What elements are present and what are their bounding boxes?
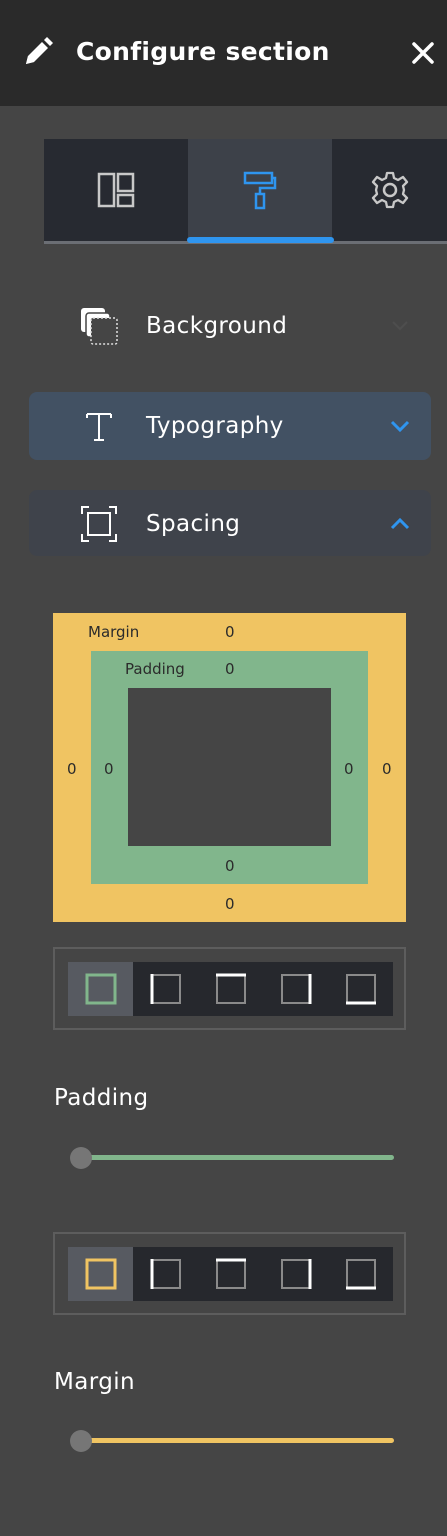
paint-roller-icon bbox=[243, 171, 277, 210]
margin-left-value[interactable]: 0 bbox=[67, 760, 77, 778]
padding-bottom-value[interactable]: 0 bbox=[225, 857, 235, 875]
margin-side-left-button[interactable] bbox=[133, 1247, 198, 1301]
padding-slider[interactable] bbox=[70, 1146, 396, 1170]
accordion-background[interactable]: Background bbox=[29, 292, 431, 360]
accordion-background-label: Background bbox=[146, 313, 288, 339]
margin-side-selector bbox=[53, 1232, 406, 1315]
margin-bottom-value[interactable]: 0 bbox=[225, 895, 235, 913]
tab-settings[interactable] bbox=[332, 139, 447, 241]
left-side-icon bbox=[150, 1259, 181, 1289]
padding-side-left-button[interactable] bbox=[133, 962, 198, 1016]
box-model-padding: Padding 0 0 0 0 bbox=[91, 651, 368, 884]
close-icon[interactable] bbox=[410, 40, 436, 66]
padding-slider-track bbox=[80, 1155, 394, 1160]
background-layers-icon bbox=[81, 308, 118, 345]
right-side-icon bbox=[280, 1259, 311, 1289]
gear-icon bbox=[371, 171, 408, 209]
margin-slider-thumb[interactable] bbox=[70, 1430, 92, 1452]
margin-section-label: Margin bbox=[54, 1369, 135, 1395]
padding-left-value[interactable]: 0 bbox=[104, 760, 114, 778]
padding-side-top-button[interactable] bbox=[198, 962, 263, 1016]
tab-style[interactable] bbox=[188, 139, 332, 241]
margin-side-right-button[interactable] bbox=[263, 1247, 328, 1301]
right-side-icon bbox=[280, 974, 311, 1004]
settings-tabs bbox=[44, 139, 447, 244]
all-sides-icon bbox=[85, 1258, 116, 1290]
text-icon bbox=[86, 413, 112, 441]
chevron-up-icon bbox=[390, 517, 410, 530]
padding-side-all-button[interactable] bbox=[68, 962, 133, 1016]
bottom-side-icon bbox=[345, 1259, 376, 1290]
padding-right-value[interactable]: 0 bbox=[344, 760, 354, 778]
margin-right-value[interactable]: 0 bbox=[382, 760, 392, 778]
chevron-down-icon bbox=[390, 420, 410, 433]
padding-side-selector bbox=[53, 947, 406, 1030]
top-side-icon bbox=[215, 1258, 246, 1289]
padding-side-bottom-button[interactable] bbox=[328, 962, 393, 1016]
padding-slider-thumb[interactable] bbox=[70, 1147, 92, 1169]
tab-layout[interactable] bbox=[44, 139, 188, 241]
margin-side-top-button[interactable] bbox=[198, 1247, 263, 1301]
margin-side-bottom-button[interactable] bbox=[328, 1247, 393, 1301]
chevron-down-icon bbox=[392, 321, 408, 331]
top-side-icon bbox=[215, 973, 246, 1004]
all-sides-icon bbox=[85, 973, 116, 1005]
margin-side-all-button[interactable] bbox=[68, 1247, 133, 1301]
active-tab-indicator bbox=[187, 237, 334, 243]
padding-label: Padding bbox=[125, 660, 185, 678]
accordion-spacing[interactable]: Spacing bbox=[29, 490, 431, 556]
margin-top-value[interactable]: 0 bbox=[225, 623, 235, 641]
accordion-typography[interactable]: Typography bbox=[29, 392, 431, 460]
margin-label: Margin bbox=[88, 623, 140, 641]
padding-top-value[interactable]: 0 bbox=[225, 660, 235, 678]
box-model-margin: Margin 0 0 0 0 Padding 0 0 0 0 bbox=[53, 613, 406, 922]
margin-slider[interactable] bbox=[70, 1429, 396, 1453]
padding-section-label: Padding bbox=[54, 1085, 149, 1111]
pencil-icon bbox=[26, 37, 53, 64]
panel-header: Configure section bbox=[0, 0, 447, 106]
layout-icon bbox=[97, 172, 135, 208]
accordion-typography-label: Typography bbox=[146, 413, 284, 439]
left-side-icon bbox=[150, 974, 181, 1004]
margin-slider-track bbox=[80, 1438, 394, 1443]
bottom-side-icon bbox=[345, 974, 376, 1005]
box-model-content bbox=[128, 688, 331, 846]
spacing-frame-icon bbox=[81, 506, 117, 542]
accordion-spacing-label: Spacing bbox=[146, 511, 241, 537]
panel-title: Configure section bbox=[76, 37, 330, 66]
padding-side-right-button[interactable] bbox=[263, 962, 328, 1016]
